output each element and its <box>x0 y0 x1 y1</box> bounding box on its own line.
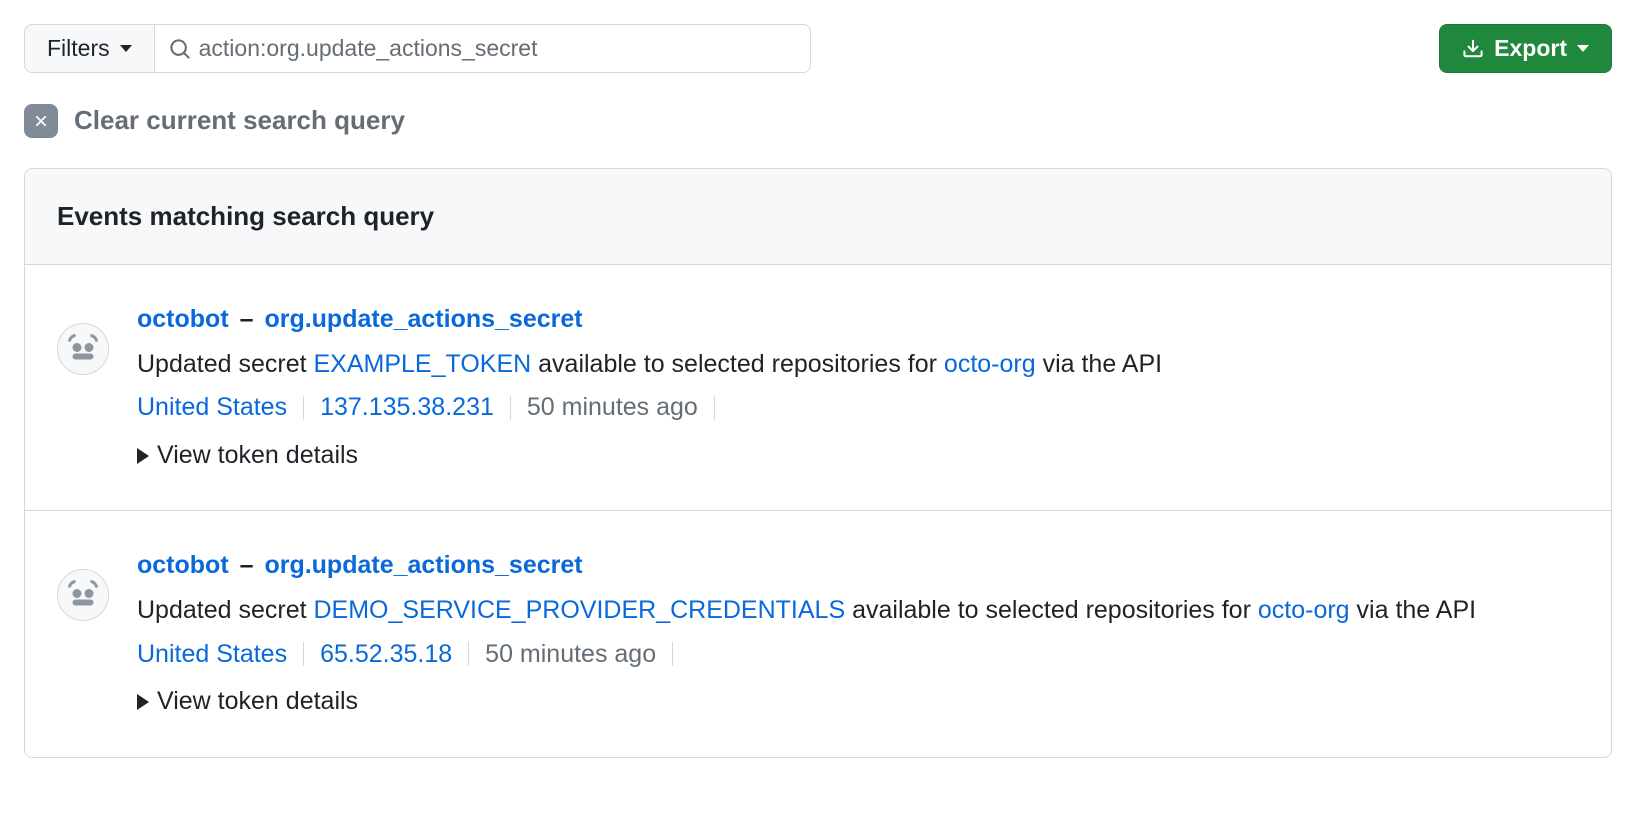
event-body: octobot – org.update_actions_secret Upda… <box>137 547 1579 720</box>
separator <box>303 642 304 666</box>
view-token-details-toggle[interactable]: View token details <box>137 683 358 721</box>
filters-label: Filters <box>47 35 110 62</box>
spacer <box>811 24 1439 73</box>
triangle-right-icon <box>137 448 149 464</box>
separator <box>510 396 511 420</box>
details-label: View token details <box>157 437 358 475</box>
filters-button[interactable]: Filters <box>24 24 155 73</box>
actor-link[interactable]: octobot <box>137 305 229 333</box>
event-title: octobot – org.update_actions_secret <box>137 547 1579 585</box>
caret-down-icon <box>120 45 132 52</box>
separator <box>672 642 673 666</box>
desc-mid: available to selected repositories for <box>845 596 1258 624</box>
dash: – <box>233 305 261 333</box>
secret-link[interactable]: EXAMPLE_TOKEN <box>314 350 532 378</box>
view-token-details-toggle[interactable]: View token details <box>137 437 358 475</box>
desc-suffix: via the API <box>1036 350 1162 378</box>
export-button[interactable]: Export <box>1439 24 1612 73</box>
desc-suffix: via the API <box>1350 596 1476 624</box>
dash: – <box>233 551 261 579</box>
time-label: 50 minutes ago <box>485 636 656 674</box>
org-link[interactable]: octo-org <box>944 350 1036 378</box>
action-link[interactable]: org.update_actions_secret <box>264 305 582 333</box>
event-body: octobot – org.update_actions_secret Upda… <box>137 301 1579 474</box>
search-input[interactable] <box>191 25 797 72</box>
actor-link[interactable]: octobot <box>137 551 229 579</box>
octobot-icon <box>65 331 101 367</box>
clear-search-label[interactable]: Clear current search query <box>74 101 405 140</box>
details-label: View token details <box>157 683 358 721</box>
avatar[interactable] <box>57 323 109 375</box>
avatar[interactable] <box>57 569 109 621</box>
toolbar: Filters Export <box>24 24 1612 73</box>
caret-down-icon <box>1577 45 1589 52</box>
desc-mid: available to selected repositories for <box>531 350 944 378</box>
search-wrapper[interactable] <box>155 24 812 73</box>
meta-row: United States 65.52.35.18 50 minutes ago <box>137 636 1579 674</box>
separator <box>303 396 304 420</box>
event-item: octobot – org.update_actions_secret Upda… <box>25 511 1611 756</box>
separator <box>714 396 715 420</box>
event-description: Updated secret DEMO_SERVICE_PROVIDER_CRE… <box>137 591 1579 630</box>
event-title: octobot – org.update_actions_secret <box>137 301 1579 339</box>
octobot-icon <box>65 577 101 613</box>
meta-row: United States 137.135.38.231 50 minutes … <box>137 389 1579 427</box>
separator <box>468 642 469 666</box>
results-box: Events matching search query octobot – o… <box>24 168 1612 758</box>
triangle-right-icon <box>137 694 149 710</box>
export-label: Export <box>1494 35 1567 62</box>
desc-prefix: Updated secret <box>137 596 314 624</box>
event-description: Updated secret EXAMPLE_TOKEN available t… <box>137 345 1579 384</box>
download-icon <box>1462 38 1484 60</box>
location-link[interactable]: United States <box>137 636 287 674</box>
time-label: 50 minutes ago <box>527 389 698 427</box>
secret-link[interactable]: DEMO_SERVICE_PROVIDER_CREDENTIALS <box>314 596 846 624</box>
location-link[interactable]: United States <box>137 389 287 427</box>
ip-link[interactable]: 65.52.35.18 <box>320 636 452 674</box>
search-icon <box>169 38 191 60</box>
desc-prefix: Updated secret <box>137 350 314 378</box>
event-item: octobot – org.update_actions_secret Upda… <box>25 265 1611 511</box>
results-header: Events matching search query <box>25 169 1611 265</box>
action-link[interactable]: org.update_actions_secret <box>264 551 582 579</box>
clear-x-icon[interactable] <box>24 104 58 138</box>
ip-link[interactable]: 137.135.38.231 <box>320 389 494 427</box>
clear-search-row[interactable]: Clear current search query <box>24 101 1612 140</box>
org-link[interactable]: octo-org <box>1258 596 1350 624</box>
